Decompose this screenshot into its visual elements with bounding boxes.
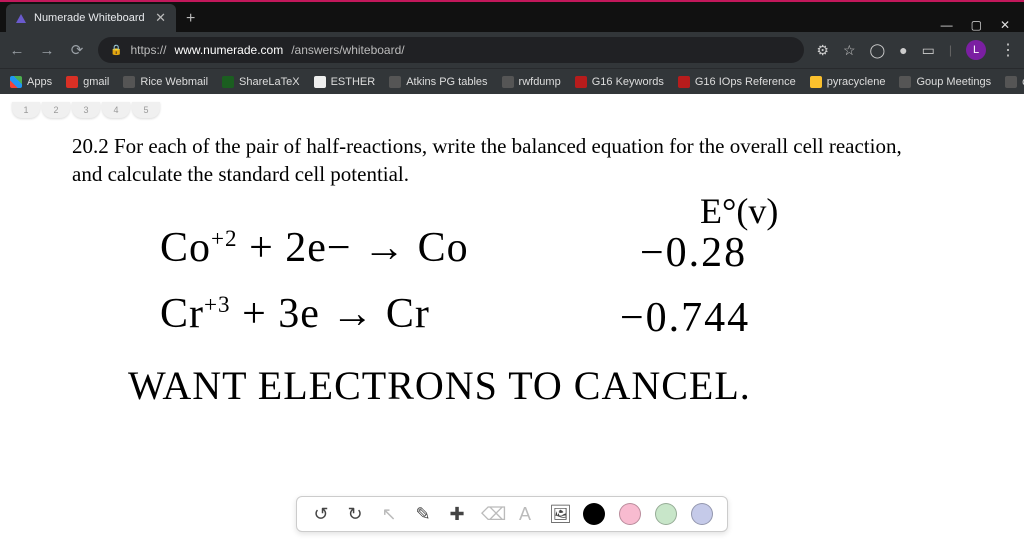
bookmark-item[interactable]: Rice Webmail (123, 76, 208, 88)
lock-icon: 🔒 (110, 45, 122, 56)
extension-icon[interactable]: ⚙ (816, 42, 829, 59)
hw-potential-1: −0.28 (640, 229, 747, 277)
gaussian-icon (575, 76, 587, 88)
bookmark-item[interactable]: Atkins PG tables (389, 76, 487, 88)
page-tabs: 1 2 3 4 5 (12, 102, 160, 118)
folder-icon (810, 76, 822, 88)
page-tab-3[interactable]: 3 (72, 102, 100, 118)
tab-title: Numerade Whiteboard (34, 12, 145, 24)
bookmark-label: pyracyclene (827, 76, 886, 88)
image-tool[interactable]: 🖼 (549, 504, 569, 525)
address-bar[interactable]: 🔒 https:// www.numerade.com/answers/white… (98, 37, 804, 63)
toolbar-divider: | (949, 43, 952, 57)
site-icon (1005, 76, 1017, 88)
bookmark-item[interactable]: gmail (66, 76, 109, 88)
bookmark-label: G16 IOps Reference (695, 76, 796, 88)
add-tool[interactable]: ✚ (447, 504, 467, 525)
bookmark-label: gmail (83, 76, 109, 88)
color-swatch-green[interactable] (655, 503, 677, 525)
bookmark-label: Rice Webmail (140, 76, 208, 88)
eraser-tool[interactable]: ⌫ (481, 504, 501, 525)
hw-potential-header: E°(v) (700, 190, 778, 232)
profile-avatar[interactable]: L (966, 40, 986, 60)
tab-bar: Numerade Whiteboard ✕ + — ▢ ✕ (0, 0, 1024, 32)
bookmark-item[interactable]: Goup Meetings (899, 76, 991, 88)
bookmark-item[interactable]: G16 Keywords (575, 76, 664, 88)
forward-button[interactable]: → (38, 42, 56, 59)
pen-tool[interactable]: ✎ (413, 504, 433, 525)
new-tab-button[interactable]: + (176, 6, 205, 32)
apps-icon (10, 76, 22, 88)
window-minimize-button[interactable]: — (941, 18, 953, 32)
url-scheme: https:// (130, 43, 166, 57)
bookmark-item[interactable]: ESTHER (314, 76, 376, 88)
browser-tab[interactable]: Numerade Whiteboard ✕ (6, 4, 176, 32)
redo-button[interactable]: ↻ (345, 504, 365, 525)
problem-number: 20.2 (72, 134, 109, 158)
esther-icon (314, 76, 326, 88)
bookmark-label: Goup Meetings (916, 76, 991, 88)
page-tab-5[interactable]: 5 (132, 102, 160, 118)
bookmark-item[interactable]: rwfdump (502, 76, 561, 88)
hw-note: WANT ELECTRONS TO CANCEL. (128, 362, 751, 409)
circle-icon[interactable]: ◯ (870, 42, 886, 59)
select-tool[interactable]: ↖ (379, 504, 399, 525)
bookmark-label: rwfdump (519, 76, 561, 88)
problem-statement: 20.2 For each of the pair of half-reacti… (72, 132, 932, 189)
url-path: /answers/whiteboard/ (291, 43, 404, 57)
bookmark-label: Apps (27, 76, 52, 88)
window-maximize-button[interactable]: ▢ (971, 18, 982, 32)
mail-icon (123, 76, 135, 88)
bookmark-item[interactable]: pyracyclene (810, 76, 886, 88)
gmail-icon (66, 76, 78, 88)
window-close-button[interactable]: ✕ (1000, 18, 1010, 32)
site-icon (502, 76, 514, 88)
page-tab-2[interactable]: 2 (42, 102, 70, 118)
problem-body: For each of the pair of half-reactions, … (72, 134, 902, 186)
bookmark-item[interactable]: Apps (10, 76, 52, 88)
url-host: www.numerade.com (174, 43, 283, 57)
nav-toolbar: ← → ⟳ 🔒 https:// www.numerade.com/answers… (0, 32, 1024, 68)
hw-equation-2: Cr+3 + 3e → Cr (160, 290, 430, 338)
bookmark-item[interactable]: G16 IOps Reference (678, 76, 796, 88)
whiteboard-canvas[interactable]: 1 2 3 4 5 20.2 For each of the pair of h… (0, 94, 1024, 554)
display-icon[interactable]: ▭ (922, 42, 935, 59)
color-swatch-black[interactable] (583, 503, 605, 525)
numerade-favicon (16, 14, 26, 23)
bookmark-label: ESTHER (331, 76, 376, 88)
undo-button[interactable]: ↺ (311, 504, 331, 525)
bookmarks-bar: Apps gmail Rice Webmail ShareLaTeX ESTHE… (0, 68, 1024, 94)
site-icon (899, 76, 911, 88)
page-tab-4[interactable]: 4 (102, 102, 130, 118)
browser-menu-button[interactable]: ⋮ (1000, 40, 1016, 60)
whiteboard-toolbar: ↺ ↻ ↖ ✎ ✚ ⌫ A 🖼 (296, 496, 728, 532)
gaussian-icon (678, 76, 690, 88)
color-swatch-pink[interactable] (619, 503, 641, 525)
latex-icon (222, 76, 234, 88)
tab-close-icon[interactable]: ✕ (155, 10, 166, 26)
site-icon (389, 76, 401, 88)
reload-button[interactable]: ⟳ (68, 41, 86, 59)
bookmark-label: G16 Keywords (592, 76, 664, 88)
bookmark-label: ShareLaTeX (239, 76, 300, 88)
dot-icon[interactable]: ● (899, 42, 907, 58)
bookmark-item[interactable]: conv (1005, 76, 1024, 88)
bookmark-star-icon[interactable]: ☆ (843, 42, 856, 59)
back-button[interactable]: ← (8, 42, 26, 59)
page-tab-1[interactable]: 1 (12, 102, 40, 118)
bookmark-item[interactable]: ShareLaTeX (222, 76, 300, 88)
hw-equation-1: Co+2 + 2e− → Co (160, 224, 469, 272)
text-tool[interactable]: A (515, 504, 535, 525)
color-swatch-purple[interactable] (691, 503, 713, 525)
bookmark-label: Atkins PG tables (406, 76, 487, 88)
hw-potential-2: −0.744 (620, 294, 750, 342)
